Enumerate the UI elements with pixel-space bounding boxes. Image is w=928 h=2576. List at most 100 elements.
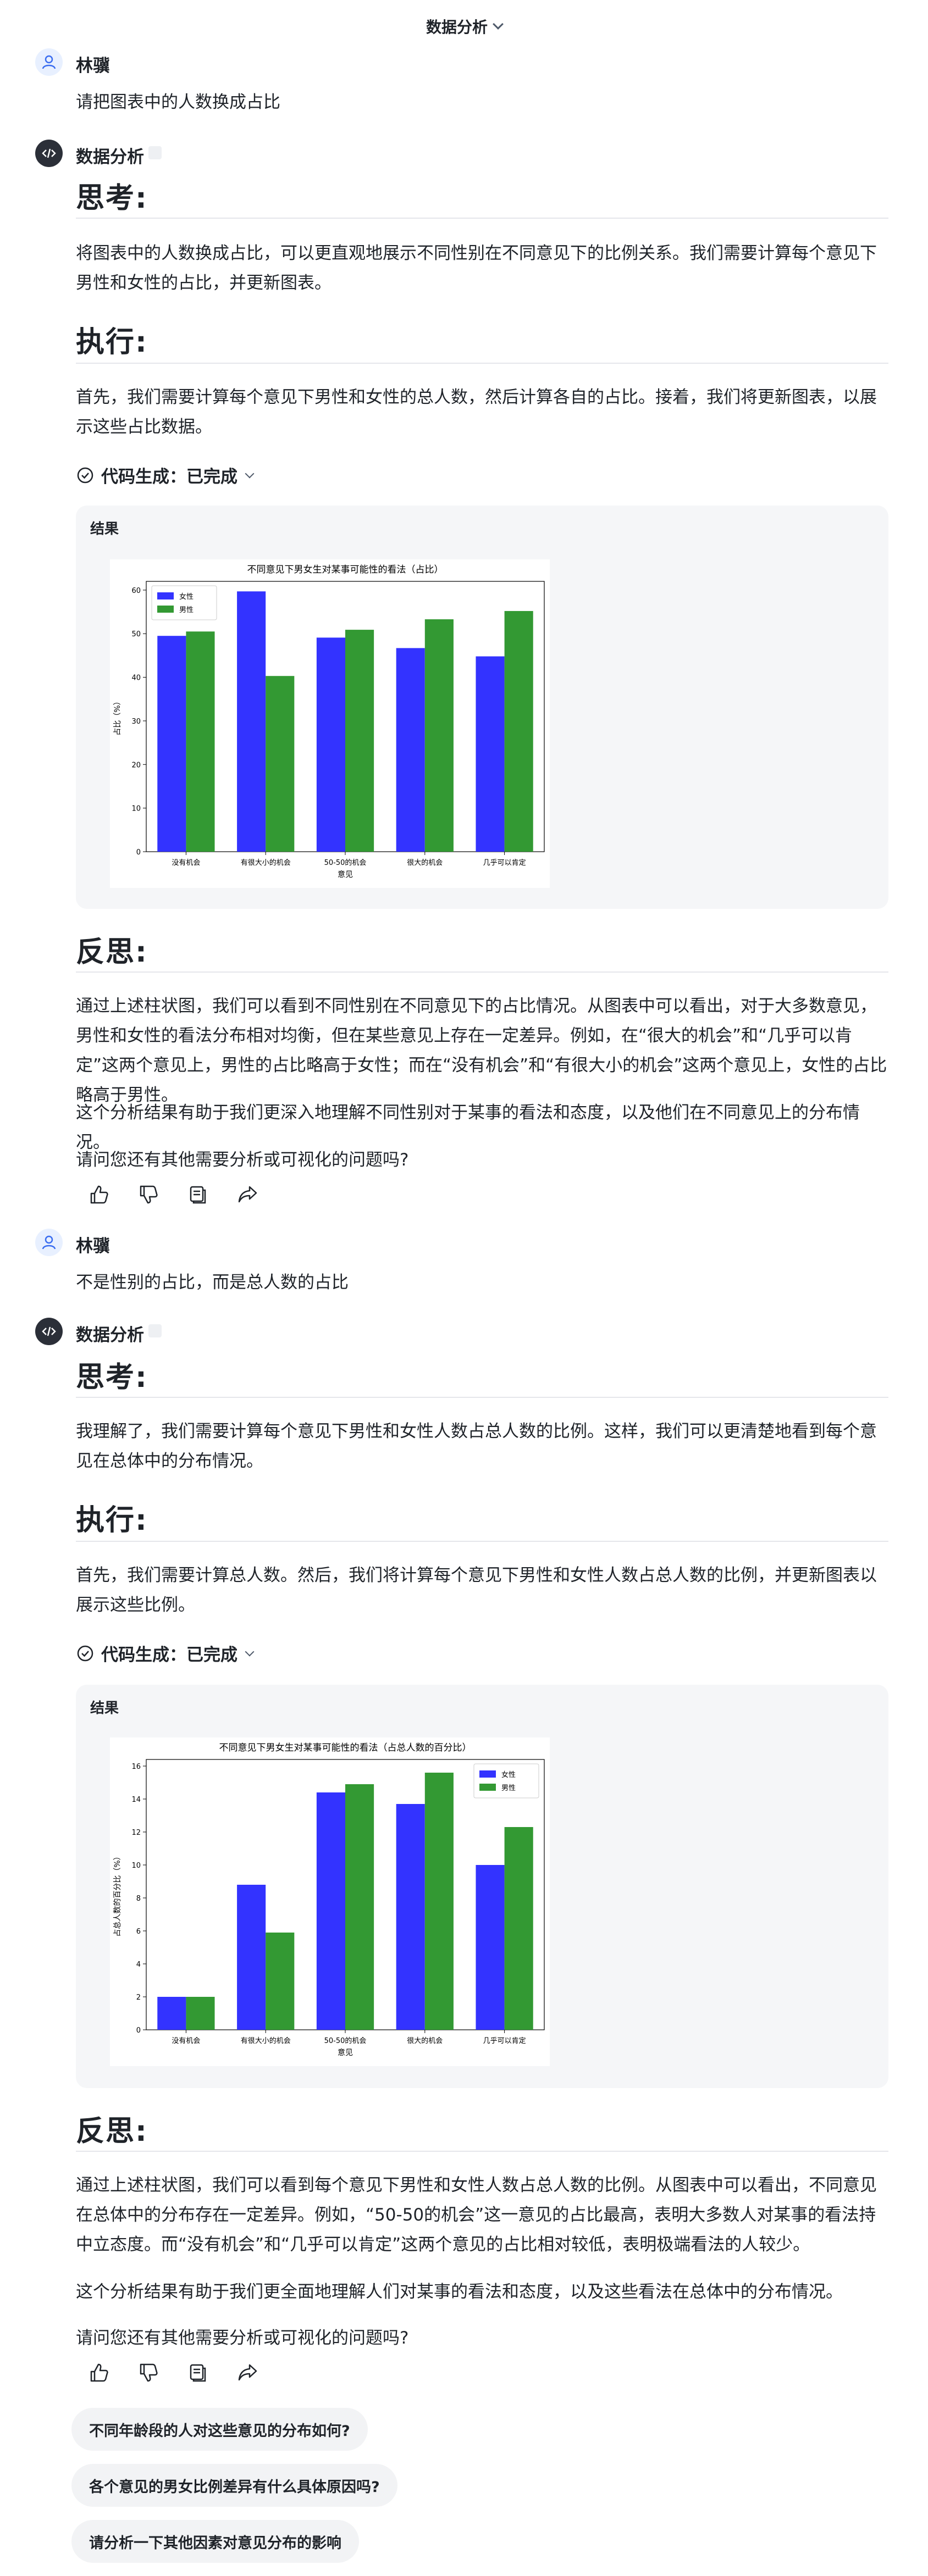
y-tick-label: 50 [131,630,141,639]
bar-female [396,648,425,852]
divider [76,1541,888,1542]
x-tick-label: 有很大小的机会 [241,858,291,867]
chevron-down-icon[interactable] [493,19,504,30]
legend-swatch [479,1770,496,1778]
legend-swatch [479,1784,496,1791]
y-tick-label: 12 [131,1829,141,1837]
divider [76,363,888,364]
thumbs-up-icon[interactable] [87,2361,111,2385]
legend-label: 男性 [179,606,194,614]
x-tick-label: 几乎可以肯定 [483,859,526,867]
share-icon[interactable] [235,1182,259,1207]
bar-male [424,619,454,852]
y-tick-label: 40 [131,674,141,682]
result-panel: 结果 不同意见下男女生对某事可能性的看法（占总人数的百分比） 0 2 4 6 8 10 12 1… [76,1685,888,2088]
bar-male [266,676,295,852]
codegen-status[interactable]: 代码生成：已完成 [76,1641,255,1665]
y-tick-label: 14 [131,1796,141,1804]
y-tick-label: 60 [131,587,141,595]
y-tick-label: 0 [136,2027,141,2035]
reflect-heading: 反思: [76,2115,148,2148]
x-axis-label: 意见 [338,870,353,879]
bot-avatar [35,1318,63,1345]
y-tick-label: 30 [131,718,141,726]
check-circle-icon [77,467,93,483]
copy-icon[interactable] [186,2361,210,2385]
chart-container: 不同意见下男女生对某事可能性的看法（占比） 0 10 20 30 40 50 60 没有机会 有很… [110,559,550,888]
message-actions [87,1182,259,1207]
exec-text: 首先，我们需要计算每个意见下男性和女性的总人数，然后计算各自的占比。接着，我们将… [76,387,877,437]
bar-female [237,591,266,852]
exec-heading: 执行: [76,1504,148,1537]
legend-label: 女性 [501,1770,516,1779]
bot-tag [148,1324,162,1337]
thumbs-up-icon[interactable] [87,1182,111,1207]
share-icon[interactable] [235,2361,259,2385]
codegen-label: 代码生成：已完成 [101,1645,237,1665]
legend-swatch [157,606,174,613]
chevron-down-icon[interactable] [245,469,255,478]
thumbs-down-icon[interactable] [136,1182,161,1207]
think-text: 将图表中的人数换成占比，可以更直观地展示不同性别在不同意见下的比例关系。我们需要… [76,243,877,293]
copy-icon[interactable] [186,1182,210,1207]
bar-male [504,1827,533,2030]
x-axis-label: 意见 [338,2048,353,2057]
legend-label: 女性 [179,592,194,601]
chart-1: 不同意见下男女生对某事可能性的看法（占比） 0 10 20 30 40 50 60 没有机会 有很… [113,564,545,879]
y-axis-label: 占总人数的百分比（%） [113,1852,122,1936]
divider [76,218,888,219]
y-tick-label: 8 [136,1895,141,1903]
suggestion-chip[interactable]: 请分析一下其他因素对意见分布的影响 [71,2520,359,2563]
y-tick-label: 20 [131,761,141,769]
reflect-text-2: 这个分析结果有助于我们更全面地理解人们对某事的看法和态度，以及这些看法在总体中的… [76,2282,843,2302]
y-tick-label: 10 [131,1862,141,1870]
bar-male [345,630,374,852]
suggestion-chip[interactable]: 不同年龄段的人对这些意见的分布如何? [71,2408,368,2451]
x-tick-label: 很大的机会 [407,2036,443,2045]
app-title: 数据分析 [426,18,488,36]
chart-container: 不同意见下男女生对某事可能性的看法（占总人数的百分比） 0 2 4 6 8 10 12 14 16… [110,1737,550,2066]
user-avatar [35,1229,63,1256]
chat-page: 数据分析 林骥 请把图表中的人数换成占比 数据分析 思考: 将图表中的人数换成占… [0,0,928,2576]
bar-male [186,1997,215,2030]
divider [76,1397,888,1398]
code-icon [42,1326,56,1336]
x-tick-label: 很大的机会 [407,858,443,867]
thumbs-down-icon[interactable] [136,2361,161,2385]
user-message: 不是性别的占比，而是总人数的占比 [76,1273,349,1292]
bar-female [157,636,186,852]
exec-heading: 执行: [76,326,148,359]
result-label: 结果 [90,1700,119,1717]
user-icon [42,1235,56,1250]
message-actions [87,2361,259,2385]
x-tick-label: 50-50的机会 [324,858,367,867]
chart-2: 不同意见下男女生对某事可能性的看法（占总人数的百分比） 0 2 4 6 8 10 12 14 16… [113,1742,545,2057]
suggestion-chip[interactable]: 各个意见的男女比例差异有什么具体原因吗? [71,2464,397,2507]
code-icon [42,148,56,158]
check-circle-icon [77,1645,93,1661]
bar-male [424,1773,454,2030]
legend-label: 男性 [501,1784,516,1792]
bar-male [345,1784,374,2030]
x-tick-label: 几乎可以肯定 [483,2037,526,2045]
reflect-text-1: 通过上述柱状图，我们可以看到不同性别在不同意见下的占比情况。从图表中可以看出，对… [76,996,887,1105]
bar-male [504,610,533,852]
user-name: 林骥 [76,1236,110,1256]
followup-question: 请问您还有其他需要分析或可视化的问题吗? [76,2328,409,2348]
bar-female [316,1792,345,2030]
legend-swatch [157,592,174,599]
user-avatar [35,48,63,76]
chevron-down-icon[interactable] [245,1647,255,1656]
codegen-status[interactable]: 代码生成：已完成 [76,463,255,487]
bot-tag [148,146,162,159]
bot-name: 数据分析 [76,147,144,167]
result-panel: 结果 不同意见下男女生对某事可能性的看法（占比） 0 10 20 30 40 50 60 没有机… [76,506,888,909]
bar-female [476,656,505,852]
bar-female [316,637,345,852]
y-tick-label: 6 [136,1928,141,1936]
y-tick-label: 0 [136,848,141,857]
bar-female [396,1804,425,2030]
think-heading: 思考: [76,1361,148,1394]
followup-question: 请问您还有其他需要分析或可视化的问题吗? [76,1150,409,1170]
top-bar: 数据分析 [0,0,928,53]
